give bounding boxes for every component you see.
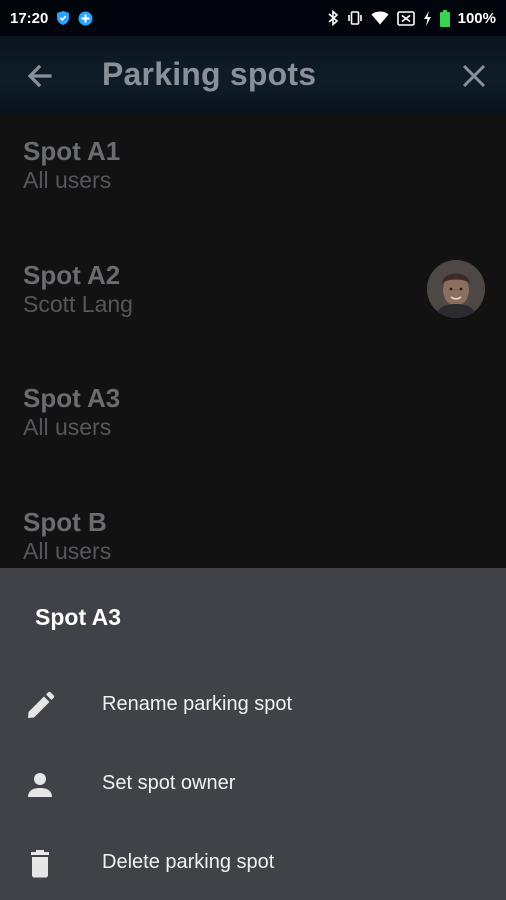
spot-owner: Scott Lang bbox=[23, 291, 133, 317]
sheet-title: Spot A3 bbox=[35, 604, 122, 630]
spot-name: Spot B bbox=[23, 507, 107, 537]
wifi-icon bbox=[371, 11, 389, 25]
vpn-icon bbox=[78, 11, 93, 26]
battery-icon bbox=[439, 9, 450, 27]
action-label: Set spot owner bbox=[102, 772, 236, 794]
no-sim-icon bbox=[396, 10, 415, 26]
avatar bbox=[427, 260, 485, 318]
bottom-sheet: Spot A3 Rename parking spot Set spot own… bbox=[0, 568, 506, 900]
parking-spot-list: Spot A1 All users Spot A2 Scott Lang Spo… bbox=[0, 114, 506, 568]
set-spot-owner-button[interactable]: Set spot owner bbox=[0, 747, 506, 817]
delete-parking-spot-button[interactable]: Delete parking spot bbox=[0, 826, 506, 896]
close-icon[interactable] bbox=[458, 60, 490, 92]
charging-icon bbox=[423, 10, 432, 26]
spot-name: Spot A1 bbox=[23, 136, 121, 166]
person-icon bbox=[24, 769, 56, 801]
shield-icon bbox=[56, 10, 70, 26]
list-item[interactable]: Spot A1 All users bbox=[0, 114, 506, 224]
action-label: Delete parking spot bbox=[102, 851, 275, 873]
status-bar: 17:20 100% bbox=[0, 0, 506, 36]
bluetooth-icon bbox=[327, 10, 339, 26]
list-item[interactable]: Spot B All users bbox=[0, 485, 506, 568]
vibrate-icon bbox=[347, 10, 363, 26]
spot-owner: All users bbox=[23, 414, 112, 440]
action-label: Rename parking spot bbox=[102, 693, 293, 715]
app-bar: Parking spots bbox=[0, 36, 506, 114]
rename-parking-spot-button[interactable]: Rename parking spot bbox=[0, 668, 506, 738]
spot-owner: All users bbox=[23, 167, 112, 193]
spot-owner: All users bbox=[23, 538, 112, 564]
arrow-left-icon[interactable] bbox=[24, 60, 56, 92]
spot-name: Spot A3 bbox=[23, 383, 121, 413]
trash-icon bbox=[24, 848, 56, 880]
page-title: Parking spots bbox=[102, 56, 317, 92]
pencil-icon bbox=[24, 690, 56, 722]
spot-name: Spot A2 bbox=[23, 260, 121, 290]
status-time: 17:20 bbox=[10, 9, 49, 27]
battery-percentage: 100% bbox=[457, 9, 496, 27]
list-item[interactable]: Spot A3 All users bbox=[0, 361, 506, 471]
